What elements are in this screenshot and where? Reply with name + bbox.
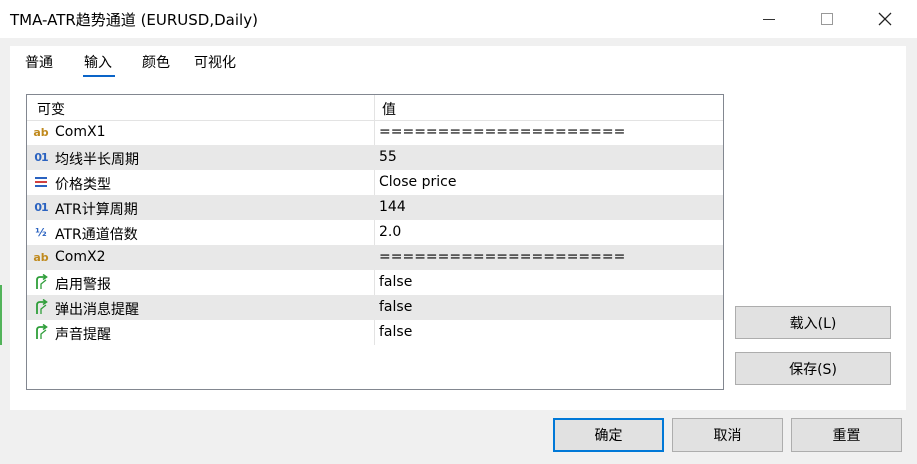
row-value[interactable]: ===================== — [379, 124, 625, 140]
inputs-table: 可变 值 ab ComX1 ===================== 01 均… — [26, 94, 724, 390]
tab-common[interactable]: 普通 — [25, 52, 53, 72]
row-value[interactable]: ===================== — [379, 249, 625, 265]
maximize-icon — [821, 13, 833, 25]
table-row[interactable]: 声音提醒 false — [27, 320, 723, 345]
table-row[interactable]: 价格类型 Close price — [27, 170, 723, 195]
integer-icon: 01 — [34, 150, 48, 164]
row-name: ATR计算周期 — [55, 202, 138, 218]
title-bar: TMA-ATR趋势通道 (EURUSD,Daily) — [0, 0, 917, 38]
close-icon — [878, 12, 892, 26]
maximize-button[interactable] — [804, 0, 850, 38]
row-name: 声音提醒 — [55, 327, 111, 343]
row-name: 价格类型 — [55, 177, 111, 193]
table-row[interactable]: ½ ATR通道倍数 2.0 — [27, 220, 723, 245]
load-button[interactable]: 载入(L) — [735, 306, 891, 339]
row-name: 启用警报 — [55, 277, 111, 293]
tab-inputs[interactable]: 输入 — [84, 52, 112, 72]
string-icon: ab — [33, 125, 49, 139]
table-row[interactable]: 01 均线半长周期 55 — [27, 145, 723, 170]
bool-icon — [32, 324, 50, 340]
row-name: ComX2 — [55, 249, 106, 265]
row-value[interactable]: 144 — [379, 199, 406, 215]
window-title: TMA-ATR趋势通道 (EURUSD,Daily) — [10, 11, 258, 29]
cancel-button[interactable]: 取消 — [672, 418, 783, 452]
tab-visualization[interactable]: 可视化 — [194, 52, 236, 72]
row-name: ATR通道倍数 — [55, 227, 138, 243]
row-name: 弹出消息提醒 — [55, 302, 139, 318]
row-value[interactable]: false — [379, 324, 412, 340]
ok-button[interactable]: 确定 — [553, 418, 664, 452]
integer-icon: 01 — [34, 200, 48, 214]
table-header: 可变 值 — [27, 95, 723, 121]
active-tab-indicator — [83, 75, 115, 77]
window-edge-accent — [0, 285, 2, 345]
row-value[interactable]: false — [379, 299, 412, 315]
row-value[interactable]: 55 — [379, 149, 397, 165]
column-header-variable[interactable]: 可变 — [37, 99, 65, 119]
table-row[interactable]: ab ComX1 ===================== — [27, 120, 723, 145]
save-button[interactable]: 保存(S) — [735, 352, 891, 385]
enum-icon — [32, 174, 50, 190]
reset-button[interactable]: 重置 — [791, 418, 902, 452]
row-value[interactable]: 2.0 — [379, 224, 401, 240]
minimize-icon — [763, 18, 775, 20]
table-row[interactable]: 启用警报 false — [27, 270, 723, 295]
table-row[interactable]: 弹出消息提醒 false — [27, 295, 723, 320]
row-value[interactable]: false — [379, 274, 412, 290]
row-name: 均线半长周期 — [55, 152, 139, 168]
tab-colors[interactable]: 颜色 — [142, 52, 170, 72]
table-row[interactable]: ab ComX2 ===================== — [27, 245, 723, 270]
table-row[interactable]: 01 ATR计算周期 144 — [27, 195, 723, 220]
row-value[interactable]: Close price — [379, 174, 456, 190]
column-header-value[interactable]: 值 — [382, 99, 396, 119]
double-icon: ½ — [35, 225, 47, 239]
string-icon: ab — [33, 250, 49, 264]
minimize-button[interactable] — [746, 0, 792, 38]
bool-icon — [32, 299, 50, 315]
row-name: ComX1 — [55, 124, 106, 140]
close-button[interactable] — [862, 0, 908, 38]
bool-icon — [32, 274, 50, 290]
